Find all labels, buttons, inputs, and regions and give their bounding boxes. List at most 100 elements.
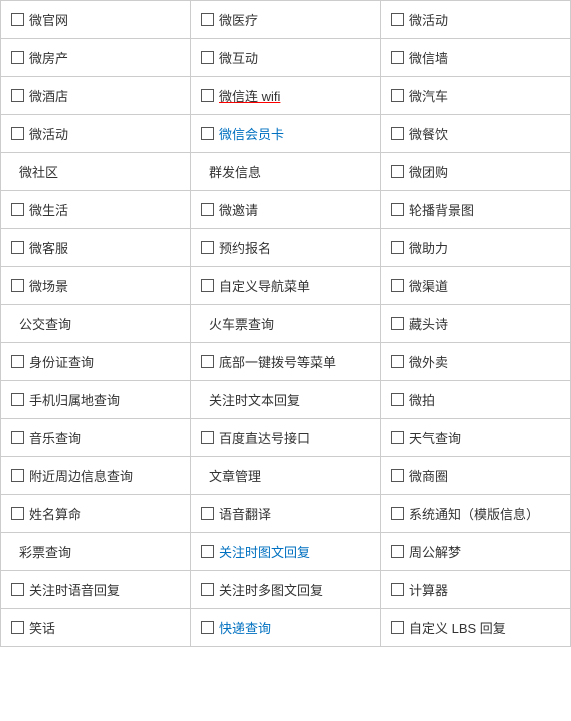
checkbox-icon[interactable] [391, 317, 404, 330]
checkbox-icon[interactable] [11, 203, 24, 216]
checkbox-icon[interactable] [201, 203, 214, 216]
table-row: 周公解梦 [381, 533, 571, 571]
checkbox-icon[interactable] [391, 51, 404, 64]
table-row: 微拍 [381, 381, 571, 419]
cell-label: 微活动 [29, 124, 68, 143]
cell-label: 微餐饮 [409, 124, 448, 143]
cell-label: 微互动 [219, 48, 258, 67]
checkbox-icon[interactable] [391, 355, 404, 368]
table-row: 文章管理 [191, 457, 381, 495]
cell-label: 微医疗 [219, 10, 258, 29]
table-row: 微信连 wifi [191, 77, 381, 115]
cell-label: 微客服 [29, 238, 68, 257]
table-row: 微商圈 [381, 457, 571, 495]
cell-label: 微汽车 [409, 86, 448, 105]
checkbox-icon[interactable] [391, 545, 404, 558]
checkbox-icon[interactable] [11, 241, 24, 254]
table-row: 彩票查询 [1, 533, 191, 571]
checkbox-icon[interactable] [201, 431, 214, 444]
table-row: 微信墙 [381, 39, 571, 77]
checkbox-icon[interactable] [11, 621, 24, 634]
cell-label: 自定义 LBS 回复 [409, 618, 506, 637]
checkbox-icon[interactable] [391, 583, 404, 596]
table-row: 手机归属地查询 [1, 381, 191, 419]
table-row: 微活动 [1, 115, 191, 153]
table-row: 笑话 [1, 609, 191, 647]
checkbox-icon[interactable] [201, 241, 214, 254]
cell-label: 关注时文本回复 [209, 390, 300, 409]
table-row: 微房产 [1, 39, 191, 77]
cell-label: 关注时图文回复 [219, 542, 310, 561]
cell-label: 微信墙 [409, 48, 448, 67]
checkbox-icon[interactable] [11, 469, 24, 482]
checkbox-icon[interactable] [11, 431, 24, 444]
cell-label: 语音翻译 [219, 504, 271, 523]
checkbox-icon[interactable] [11, 13, 24, 26]
checkbox-icon[interactable] [391, 13, 404, 26]
table-row: 微医疗 [191, 1, 381, 39]
cell-label: 周公解梦 [409, 542, 461, 561]
table-row: 公交查询 [1, 305, 191, 343]
cell-label: 微团购 [409, 162, 448, 181]
table-row: 微酒店 [1, 77, 191, 115]
checkbox-icon[interactable] [201, 51, 214, 64]
table-row: 微客服 [1, 229, 191, 267]
table-row: 微汽车 [381, 77, 571, 115]
checkbox-icon[interactable] [391, 241, 404, 254]
checkbox-icon[interactable] [391, 89, 404, 102]
table-row: 微活动 [381, 1, 571, 39]
checkbox-icon[interactable] [391, 279, 404, 292]
checkbox-icon[interactable] [201, 621, 214, 634]
checkbox-icon[interactable] [201, 13, 214, 26]
cell-label: 微酒店 [29, 86, 68, 105]
checkbox-icon[interactable] [11, 393, 24, 406]
cell-label: 微拍 [409, 390, 435, 409]
table-row: 关注时多图文回复 [191, 571, 381, 609]
table-row: 微餐饮 [381, 115, 571, 153]
checkbox-icon[interactable] [11, 583, 24, 596]
cell-label: 关注时语音回复 [29, 580, 120, 599]
table-row: 自定义导航菜单 [191, 267, 381, 305]
cell-label: 微生活 [29, 200, 68, 219]
table-row: 关注时文本回复 [191, 381, 381, 419]
table-row: 微团购 [381, 153, 571, 191]
table-row: 关注时图文回复 [191, 533, 381, 571]
cell-label: 计算器 [409, 580, 448, 599]
checkbox-icon[interactable] [391, 469, 404, 482]
cell-label: 微场景 [29, 276, 68, 295]
checkbox-icon[interactable] [391, 203, 404, 216]
table-row: 快递查询 [191, 609, 381, 647]
cell-label: 文章管理 [209, 466, 261, 485]
checkbox-icon[interactable] [201, 127, 214, 140]
checkbox-icon[interactable] [391, 165, 404, 178]
cell-label: 关注时多图文回复 [219, 580, 323, 599]
checkbox-icon[interactable] [201, 583, 214, 596]
checkbox-icon[interactable] [11, 89, 24, 102]
table-row: 微信会员卡 [191, 115, 381, 153]
cell-label: 微信连 wifi [219, 86, 280, 105]
table-row: 藏头诗 [381, 305, 571, 343]
checkbox-icon[interactable] [391, 621, 404, 634]
table-row: 微互动 [191, 39, 381, 77]
cell-label: 笑话 [29, 618, 55, 637]
checkbox-icon[interactable] [391, 127, 404, 140]
checkbox-icon[interactable] [11, 279, 24, 292]
cell-label: 系统通知（模版信息） [409, 504, 539, 523]
checkbox-icon[interactable] [201, 355, 214, 368]
checkbox-icon[interactable] [11, 127, 24, 140]
checkbox-icon[interactable] [201, 89, 214, 102]
checkbox-icon[interactable] [391, 393, 404, 406]
checkbox-icon[interactable] [201, 545, 214, 558]
checkbox-icon[interactable] [391, 507, 404, 520]
cell-label: 微社区 [19, 162, 58, 181]
checkbox-icon[interactable] [11, 355, 24, 368]
table-row: 群发信息 [191, 153, 381, 191]
checkbox-icon[interactable] [391, 431, 404, 444]
checkbox-icon[interactable] [201, 279, 214, 292]
checkbox-icon[interactable] [11, 51, 24, 64]
checkbox-icon[interactable] [201, 507, 214, 520]
cell-label: 手机归属地查询 [29, 390, 120, 409]
cell-label: 微官网 [29, 10, 68, 29]
checkbox-icon[interactable] [11, 507, 24, 520]
cell-label: 微渠道 [409, 276, 448, 295]
